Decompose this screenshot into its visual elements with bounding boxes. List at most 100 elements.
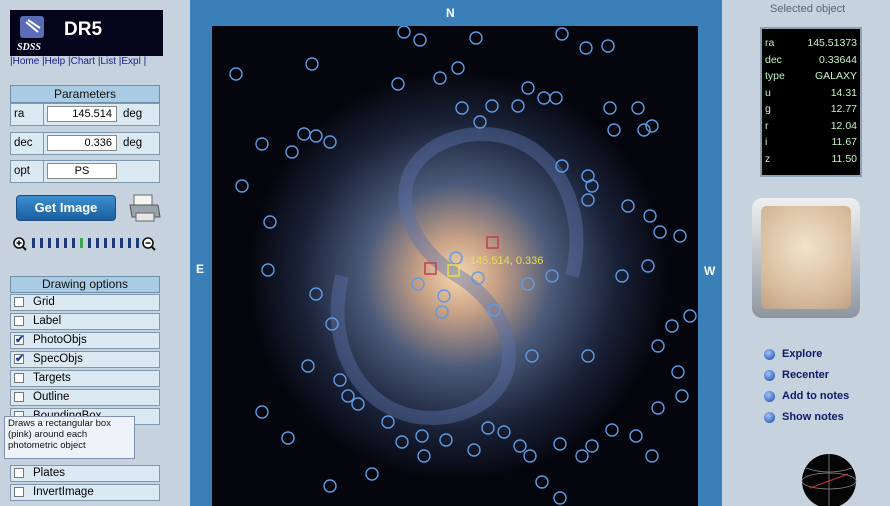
- param-label: dec: [14, 137, 33, 149]
- photo-object-marker[interactable]: [671, 365, 685, 379]
- thumbnail-image: [761, 206, 851, 309]
- object-field-label: type: [765, 70, 785, 82]
- drawing-option-label: PhotoObjs: [33, 334, 87, 346]
- object-field-value: GALAXY: [814, 70, 857, 82]
- photo-object-marker[interactable]: [323, 479, 337, 493]
- zoom-tick[interactable]: [128, 238, 131, 248]
- photo-object-marker[interactable]: [607, 123, 621, 137]
- zoom-tick[interactable]: [96, 238, 99, 248]
- photo-object-marker[interactable]: [631, 101, 645, 115]
- drawing-option-outline[interactable]: Outline: [10, 389, 160, 406]
- dec-input[interactable]: 0.336: [47, 135, 117, 151]
- photo-object-marker[interactable]: [673, 229, 687, 243]
- checkbox[interactable]: [14, 316, 24, 326]
- object-field-value: 145.51373: [807, 37, 857, 49]
- zoom-tick[interactable]: [120, 238, 123, 248]
- drawing-option-grid[interactable]: Grid: [10, 294, 160, 311]
- globe-icon[interactable]: [800, 452, 858, 506]
- sdss-logo-icon: SDSS: [17, 16, 44, 52]
- photo-object-marker[interactable]: [469, 31, 483, 45]
- param-row-ra: ra 145.514 deg: [10, 103, 160, 126]
- left-panel: SDSS DR5 |Home |Help |Chart |List |Expl …: [0, 0, 190, 506]
- opt-input[interactable]: PS: [47, 163, 117, 179]
- checkbox[interactable]: ✔: [14, 335, 24, 346]
- photo-object-marker[interactable]: [629, 429, 643, 443]
- action-label: Add to notes: [782, 390, 850, 402]
- photo-object-marker[interactable]: [365, 467, 379, 481]
- photo-object-marker[interactable]: [535, 475, 549, 489]
- zoom-tick[interactable]: [72, 238, 75, 248]
- checkbox[interactable]: [14, 373, 24, 383]
- photo-object-marker[interactable]: [255, 137, 269, 151]
- photo-object-marker[interactable]: [235, 179, 249, 193]
- photo-object-marker[interactable]: [555, 27, 569, 41]
- object-field-label: g: [765, 103, 771, 115]
- drawing-option-targets[interactable]: Targets: [10, 370, 160, 387]
- zoom-tick[interactable]: [40, 238, 43, 248]
- logo-text: SDSS: [17, 42, 41, 52]
- compass-east: E: [196, 262, 205, 276]
- checkbox[interactable]: [14, 297, 24, 307]
- zoom-tick[interactable]: [32, 238, 35, 248]
- photo-object-marker[interactable]: [553, 491, 567, 505]
- checkbox[interactable]: [14, 468, 24, 478]
- zoom-tick[interactable]: [56, 238, 59, 248]
- object-thumbnail[interactable]: [752, 198, 860, 318]
- right-panel: Selected object ra 145.51373 dec 0.33644 typ…: [722, 0, 890, 506]
- zoom-slider[interactable]: [12, 235, 162, 251]
- param-unit: deg: [123, 137, 143, 149]
- photo-object-marker[interactable]: [645, 449, 659, 463]
- sky-image[interactable]: 145.514, 0.336: [212, 26, 698, 506]
- photo-object-marker[interactable]: [579, 41, 593, 55]
- object-field-label: ra: [765, 37, 775, 49]
- zoom-tick[interactable]: [112, 238, 115, 248]
- photo-object-marker[interactable]: [651, 401, 665, 415]
- zoom-tick[interactable]: [64, 238, 67, 248]
- photo-object-marker[interactable]: [603, 101, 617, 115]
- action-label: Recenter: [782, 369, 830, 381]
- zoom-tick[interactable]: [136, 238, 139, 248]
- drawing-option-label: Targets: [33, 372, 71, 384]
- photo-object-marker[interactable]: [605, 423, 619, 437]
- sdss-logo[interactable]: SDSS DR5: [10, 10, 163, 56]
- photo-object-marker[interactable]: [397, 26, 411, 39]
- photo-object-marker[interactable]: [305, 57, 319, 71]
- object-field-value: 14.31: [830, 86, 857, 99]
- photo-object-marker[interactable]: [601, 39, 615, 53]
- zoom-tick[interactable]: [48, 238, 51, 248]
- sky-canvas[interactable]: 145.514, 0.336: [212, 26, 698, 506]
- param-row-opt: opt PS: [10, 160, 160, 183]
- object-field-value: 0.33644: [819, 53, 857, 66]
- photo-object-marker[interactable]: [229, 67, 243, 81]
- photo-object-marker[interactable]: [413, 33, 427, 47]
- photo-object-marker[interactable]: [575, 449, 589, 463]
- zoom-tick[interactable]: [80, 238, 83, 248]
- drawing-option-label: Grid: [33, 296, 55, 308]
- drawing-option-plates[interactable]: Plates: [10, 465, 160, 482]
- zoom-tick[interactable]: [88, 238, 91, 248]
- photo-object-marker[interactable]: [675, 389, 689, 403]
- drawing-options-header: Drawing options: [10, 276, 160, 293]
- checkbox[interactable]: [14, 487, 24, 497]
- checkbox[interactable]: [14, 392, 24, 402]
- photo-object-marker[interactable]: [683, 309, 697, 323]
- divider: [43, 104, 44, 125]
- ra-input[interactable]: 145.514: [47, 106, 117, 122]
- compass-north: N: [446, 6, 455, 20]
- bullet-icon: [764, 412, 775, 423]
- photo-object-marker[interactable]: [585, 439, 599, 453]
- tooltip: Draws a rectangular box (pink) around ea…: [4, 416, 135, 459]
- checkbox[interactable]: ✔: [14, 354, 24, 365]
- drawing-option-photoobjs[interactable]: ✔ PhotoObjs: [10, 332, 160, 349]
- nav-links[interactable]: |Home |Help |Chart |List |Expl |: [10, 56, 146, 67]
- photo-object-marker[interactable]: [665, 319, 679, 333]
- printer-icon[interactable]: [128, 193, 162, 223]
- drawing-option-label[interactable]: Label: [10, 313, 160, 330]
- compass-west: W: [704, 264, 716, 278]
- photo-object-marker[interactable]: [255, 405, 269, 419]
- photo-object-marker[interactable]: [281, 431, 295, 445]
- get-image-button[interactable]: Get Image: [16, 195, 116, 221]
- drawing-option-specobjs[interactable]: ✔ SpecObjs: [10, 351, 160, 368]
- drawing-option-invertimage[interactable]: InvertImage: [10, 484, 160, 501]
- zoom-tick[interactable]: [104, 238, 107, 248]
